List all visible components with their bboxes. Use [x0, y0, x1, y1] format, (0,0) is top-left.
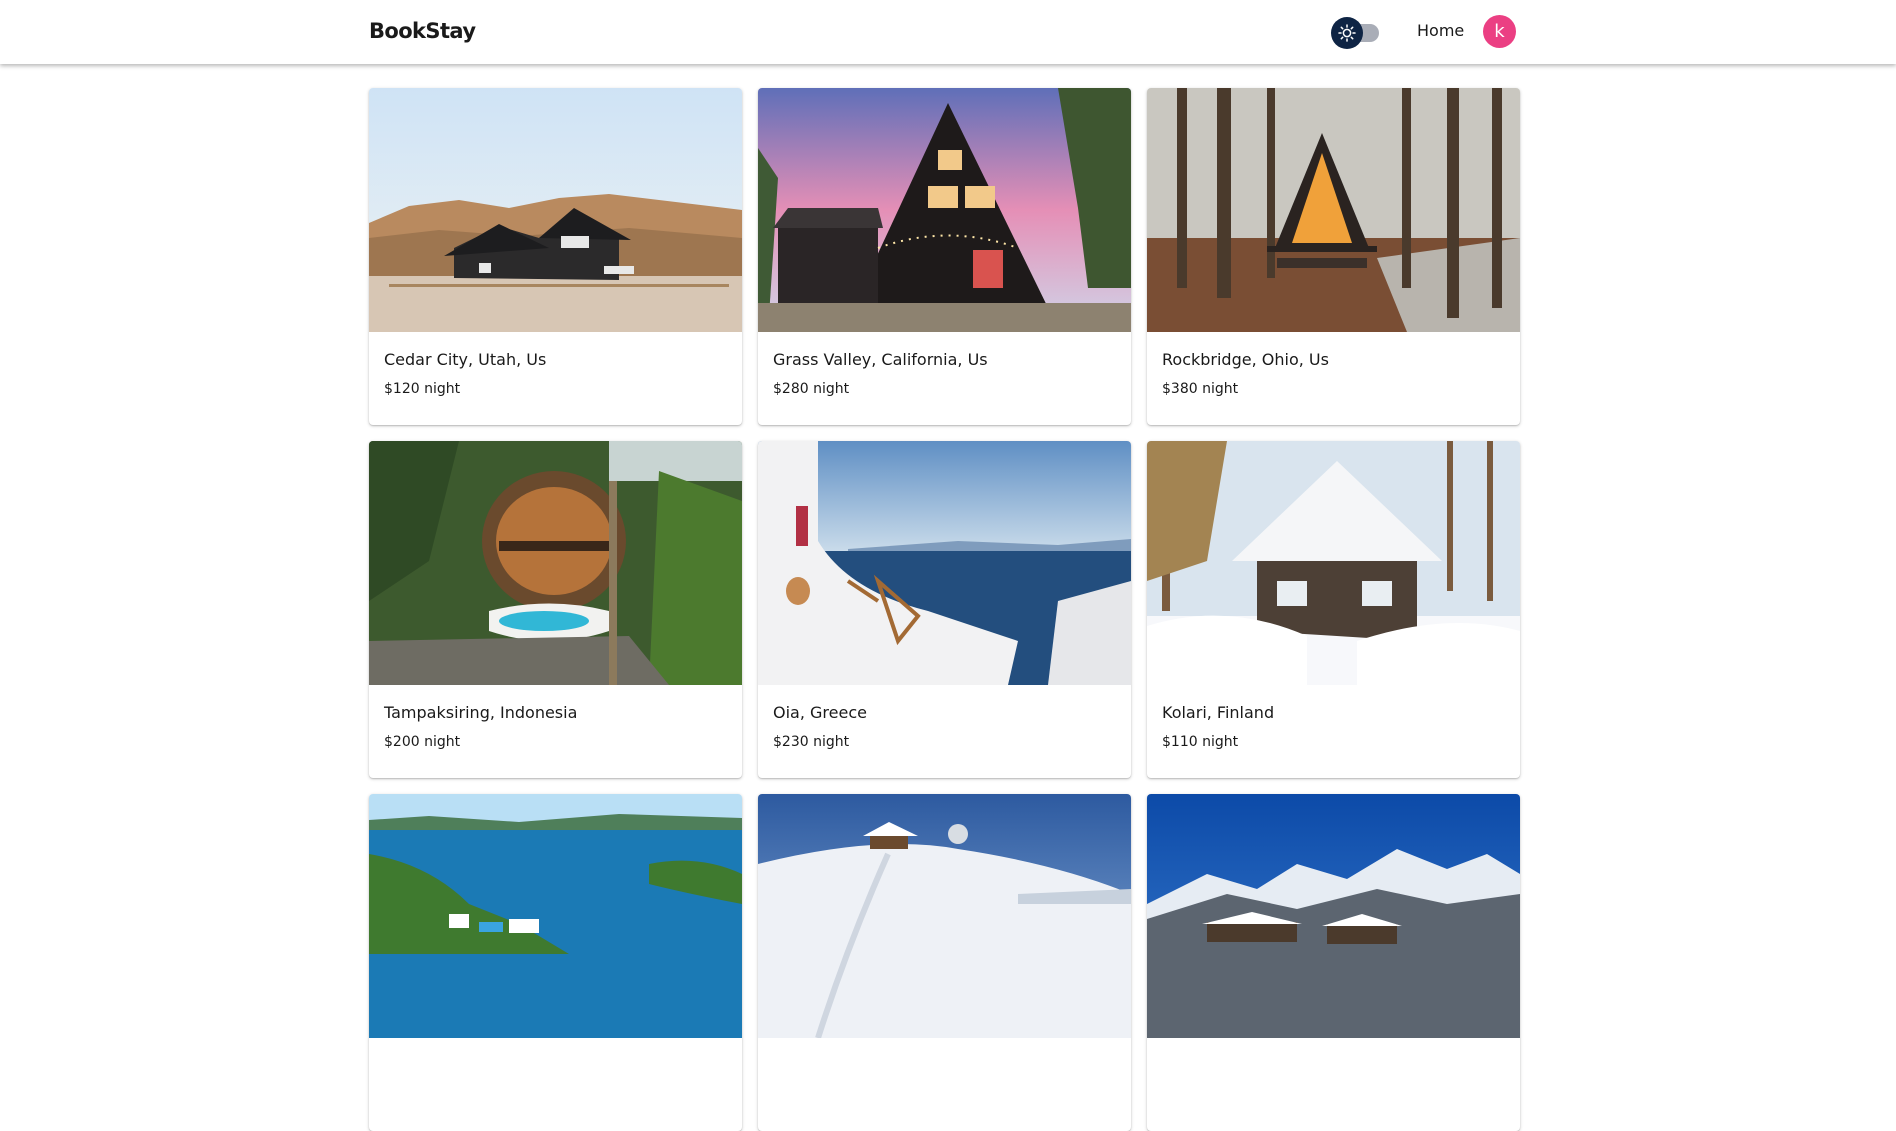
listing-photo[interactable]: [758, 441, 1131, 685]
listing-card[interactable]: [1147, 794, 1520, 1131]
user-avatar[interactable]: k: [1483, 15, 1516, 48]
listing-photo[interactable]: [1147, 794, 1520, 1038]
listing-photo[interactable]: [758, 88, 1131, 332]
listing-price: $110 night: [1162, 734, 1239, 750]
top-navbar: BookStay Home k: [0, 0, 1896, 64]
brand-logo[interactable]: BookStay: [369, 19, 476, 43]
listing-card[interactable]: Rockbridge, Ohio, Us $380 night: [1147, 88, 1520, 425]
listing-price: $280 night: [773, 381, 850, 397]
listing-location: Oia, Greece: [773, 703, 867, 722]
listing-card[interactable]: Tampaksiring, Indonesia $200 night: [369, 441, 742, 778]
listing-location: Kolari, Finland: [1162, 703, 1275, 722]
theme-toggle[interactable]: [1331, 17, 1381, 49]
listing-photo[interactable]: [369, 441, 742, 685]
listing-price: $200 night: [384, 734, 461, 750]
listing-photo[interactable]: [1147, 441, 1520, 685]
listing-location: Grass Valley, California, Us: [773, 350, 988, 369]
listing-card[interactable]: Kolari, Finland $110 night: [1147, 441, 1520, 778]
listing-location: Tampaksiring, Indonesia: [384, 703, 578, 722]
listing-photo[interactable]: [369, 794, 742, 1038]
listings-grid: Cedar City, Utah, Us $120 night Grass Va…: [369, 88, 1520, 1131]
listing-price: $380 night: [1162, 381, 1239, 397]
listing-card[interactable]: Cedar City, Utah, Us $120 night: [369, 88, 742, 425]
sun-icon: [1338, 24, 1356, 42]
listing-card[interactable]: [369, 794, 742, 1131]
listing-card[interactable]: [758, 794, 1131, 1131]
toggle-knob[interactable]: [1331, 17, 1363, 49]
listing-price: $120 night: [384, 381, 461, 397]
listing-price: $230 night: [773, 734, 850, 750]
listing-photo[interactable]: [369, 88, 742, 332]
listing-photo[interactable]: [1147, 88, 1520, 332]
listing-card[interactable]: Grass Valley, California, Us $280 night: [758, 88, 1131, 425]
listing-location: Rockbridge, Ohio, Us: [1162, 350, 1329, 369]
listing-location: Cedar City, Utah, Us: [384, 350, 547, 369]
listing-photo[interactable]: [758, 794, 1131, 1038]
listing-card[interactable]: Oia, Greece $230 night: [758, 441, 1131, 778]
nav-home-link[interactable]: Home: [1417, 21, 1464, 40]
